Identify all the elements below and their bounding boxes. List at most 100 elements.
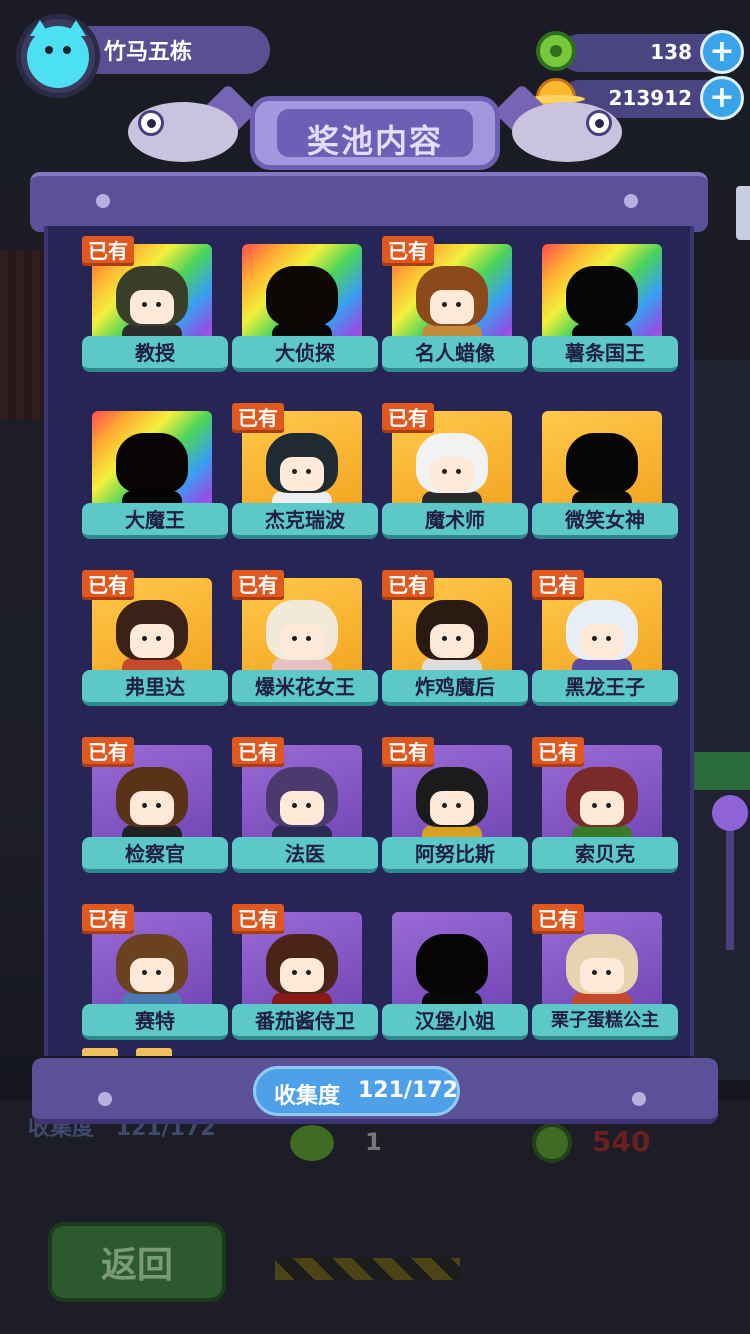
owned-badge: 已有 — [82, 570, 134, 600]
character-face — [130, 791, 174, 825]
prize-item-name: 索贝克 — [532, 837, 678, 873]
owned-badge: 已有 — [382, 236, 434, 266]
player-name: 竹马五栋 — [104, 40, 193, 65]
character-face — [280, 791, 324, 825]
prize-item-name: 教授 — [82, 336, 228, 372]
character-eye — [592, 970, 597, 975]
prize-item-name: 杰克瑞波 — [232, 503, 378, 539]
donut-coin-icon — [536, 31, 576, 71]
prize-item[interactable]: 大侦探 — [232, 236, 378, 386]
character-eye — [456, 636, 461, 641]
prize-item-name: 法医 — [232, 837, 378, 873]
prize-item[interactable]: 已有 番茄酱侍卫 — [232, 904, 378, 1054]
owned-badge: 已有 — [82, 904, 134, 934]
add-donut-button[interactable]: + — [700, 30, 744, 74]
collection-label: 收集度 — [274, 1084, 341, 1109]
back-button[interactable]: 返回 — [48, 1222, 226, 1302]
character-face — [430, 290, 474, 324]
prize-item[interactable]: 已有 栗子蛋糕公主 — [532, 904, 678, 1054]
next-row-peek — [136, 1048, 172, 1056]
prize-item[interactable]: 已有 黑龙王子 — [532, 570, 678, 720]
prize-item[interactable]: 已有 弗里达 — [82, 570, 228, 720]
prize-item-name: 番茄酱侍卫 — [232, 1004, 378, 1040]
rivet — [96, 194, 110, 208]
rivet — [624, 194, 638, 208]
modal-title-plate: 奖池内容 — [250, 96, 500, 170]
prize-item[interactable]: 已有 阿努比斯 — [382, 737, 528, 887]
character-eye — [142, 636, 147, 641]
prize-item[interactable]: 已有 杰克瑞波 — [232, 403, 378, 553]
character-eye — [156, 803, 161, 808]
character-eye — [442, 636, 447, 641]
owned-badge: 已有 — [382, 570, 434, 600]
character-eye — [156, 302, 161, 307]
prize-item-name: 弗里达 — [82, 670, 228, 706]
prize-item[interactable]: 已有 爆米花女王 — [232, 570, 378, 720]
collection-progress: 收集度 121/172 — [253, 1066, 460, 1116]
prize-item-name: 大侦探 — [232, 336, 378, 372]
prize-item-name: 阿努比斯 — [382, 837, 528, 873]
character-face — [580, 624, 624, 658]
prize-item-name: 薯条国王 — [532, 336, 678, 372]
background-count-left: 1 — [365, 1128, 382, 1156]
prize-item[interactable]: 已有 法医 — [232, 737, 378, 887]
character-eye — [292, 803, 297, 808]
character-face — [130, 290, 174, 324]
owned-badge: 已有 — [382, 737, 434, 767]
character-hair — [416, 934, 488, 994]
character-eye — [606, 970, 611, 975]
prize-item[interactable]: 已有 魔术师 — [382, 403, 528, 553]
character-hair — [566, 266, 638, 326]
add-planet-button[interactable]: + — [700, 76, 744, 120]
owned-badge: 已有 — [382, 403, 434, 433]
prize-item-name: 汉堡小姐 — [382, 1004, 528, 1040]
prize-item[interactable]: 大魔王 — [82, 403, 228, 553]
prize-item[interactable]: 已有 教授 — [82, 236, 228, 386]
character-eye — [442, 803, 447, 808]
owned-badge: 已有 — [232, 737, 284, 767]
prize-item[interactable]: 汉堡小姐 — [382, 904, 528, 1054]
background-count-right: 540 — [592, 1125, 651, 1158]
owned-badge: 已有 — [232, 403, 284, 433]
owned-badge: 已有 — [82, 737, 134, 767]
owned-badge: 已有 — [532, 570, 584, 600]
character-eye — [306, 469, 311, 474]
owned-badge: 已有 — [532, 904, 584, 934]
prize-item[interactable]: 微笑女神 — [532, 403, 678, 553]
rivet — [98, 1092, 112, 1106]
donut-coin-icon-bg — [532, 1123, 572, 1163]
side-tab — [690, 752, 750, 790]
character-face — [430, 624, 474, 658]
owned-badge: 已有 — [232, 570, 284, 600]
character-eye — [606, 636, 611, 641]
prize-item-name: 赛特 — [82, 1004, 228, 1040]
character-eye — [142, 803, 147, 808]
character-eye — [292, 469, 297, 474]
prize-item[interactable]: 已有 赛特 — [82, 904, 228, 1054]
prize-item[interactable]: 已有 索贝克 — [532, 737, 678, 887]
joystick-stick — [726, 830, 734, 950]
character-face — [130, 958, 174, 992]
character-eye — [606, 803, 611, 808]
fish-ornament-left — [118, 83, 257, 178]
prize-item-name: 黑龙王子 — [532, 670, 678, 706]
character-face — [280, 958, 324, 992]
bottle-cap-icon — [290, 1125, 334, 1161]
prize-item[interactable]: 已有 名人蜡像 — [382, 236, 528, 386]
prize-item[interactable]: 薯条国王 — [532, 236, 678, 386]
character-face — [280, 457, 324, 491]
character-face — [580, 958, 624, 992]
hazard-stripe — [275, 1258, 460, 1280]
collection-value: 121/172 — [358, 1078, 458, 1103]
character-hair — [566, 433, 638, 493]
modal-title: 奖池内容 — [306, 122, 443, 160]
character-face — [130, 624, 174, 658]
character-face — [430, 791, 474, 825]
prize-item[interactable]: 已有 炸鸡魔后 — [382, 570, 528, 720]
prize-pool-grid[interactable]: 已有 教授 大侦探 已有 名人蜡像 薯条国王 大魔王 已有 杰克瑞波 已有 魔术师 微笑女神 已有 弗里达… — [44, 226, 694, 1056]
donut-currency-value: 138 — [650, 40, 692, 64]
joystick-knob-icon — [712, 795, 748, 831]
prize-item-name: 爆米花女王 — [232, 670, 378, 706]
share-icon — [736, 186, 750, 240]
prize-item[interactable]: 已有 检察官 — [82, 737, 228, 887]
